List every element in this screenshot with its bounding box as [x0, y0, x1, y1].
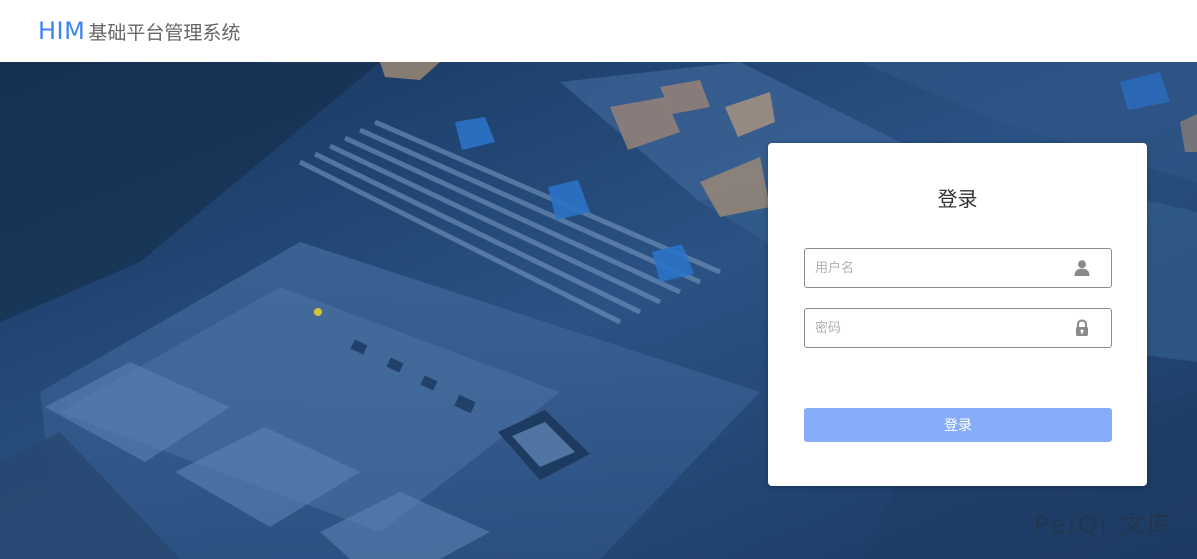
watermark-text: PeiQi 文库: [1034, 511, 1175, 539]
password-field[interactable]: [804, 308, 1112, 348]
brand: HIM 基础平台管理系统: [38, 17, 240, 45]
top-header: HIM 基础平台管理系统: [0, 0, 1197, 62]
username-input[interactable]: [815, 249, 1065, 287]
brand-name: 基础平台管理系统: [88, 22, 241, 44]
username-field[interactable]: [804, 248, 1112, 288]
lock-icon: [1076, 319, 1088, 336]
login-card: 登录 登录: [768, 143, 1147, 486]
password-input[interactable]: [815, 309, 1065, 347]
user-icon: [1074, 260, 1090, 276]
login-title: 登录: [937, 187, 978, 211]
brand-abbr: HIM: [38, 17, 86, 45]
login-button[interactable]: 登录: [804, 408, 1112, 442]
